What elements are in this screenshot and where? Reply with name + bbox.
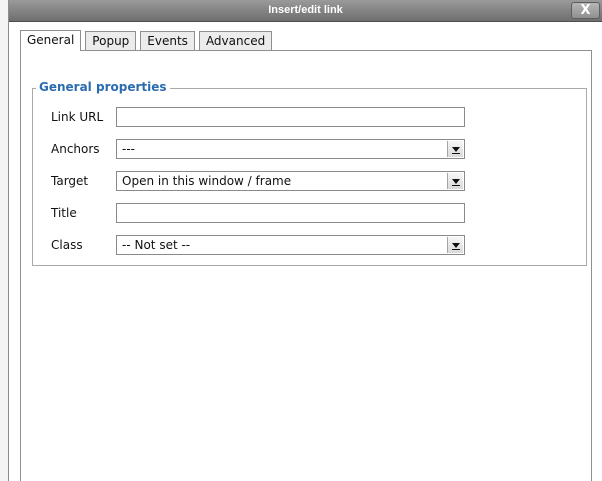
chevron-down-icon: [447, 173, 463, 189]
link-url-input[interactable]: [116, 107, 465, 127]
tab-general[interactable]: General: [20, 30, 82, 51]
target-label: Target: [51, 174, 89, 188]
anchors-selected-value: ---: [122, 142, 135, 156]
tab-popup[interactable]: Popup: [85, 31, 137, 51]
target-selected-value: Open in this window / frame: [122, 174, 292, 188]
anchors-select[interactable]: ---: [116, 139, 465, 159]
close-button[interactable]: X: [571, 2, 600, 19]
link-url-label: Link URL: [51, 110, 104, 124]
class-select[interactable]: -- Not set --: [116, 235, 465, 255]
dialog-title: Insert/edit link: [268, 4, 343, 16]
target-select[interactable]: Open in this window / frame: [116, 171, 465, 191]
chevron-down-icon: [447, 237, 463, 253]
title-label: Title: [51, 206, 77, 220]
tab-strip: General Popup Events Advanced: [20, 30, 276, 51]
window-left-edge: [0, 0, 9, 481]
tab-events[interactable]: Events: [140, 31, 195, 51]
dialog-titlebar[interactable]: Insert/edit link X: [9, 0, 602, 22]
tab-advanced[interactable]: Advanced: [198, 31, 273, 51]
title-input[interactable]: [116, 203, 465, 223]
insert-edit-link-dialog: Insert/edit link X General Popup Events …: [0, 0, 602, 481]
anchors-label: Anchors: [51, 142, 100, 156]
general-properties-legend: General properties: [36, 80, 170, 94]
chevron-down-icon: [447, 141, 463, 157]
close-icon: X: [580, 3, 591, 18]
class-selected-value: -- Not set --: [122, 238, 191, 252]
class-label: Class: [51, 238, 83, 252]
